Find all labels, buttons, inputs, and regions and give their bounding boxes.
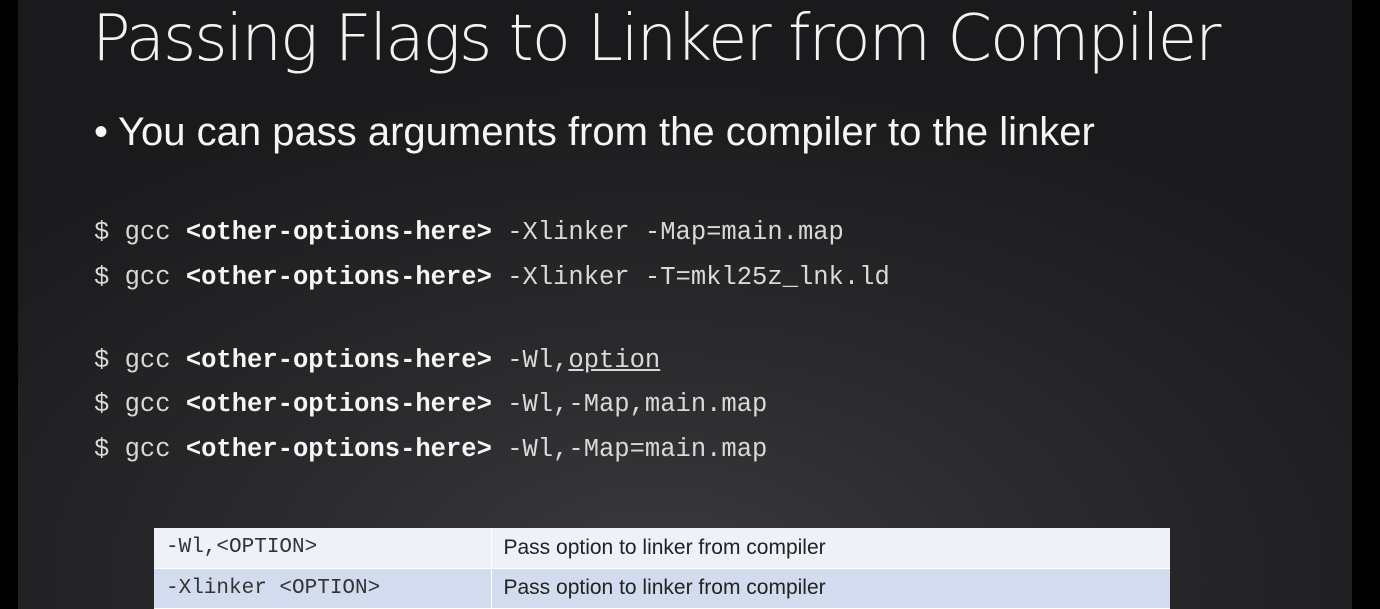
code-options-placeholder: <other-options-here>	[185, 435, 492, 464]
code-line: $ gcc <other-options-here> -Wl,-Map,main…	[94, 390, 767, 419]
table-cell-flag: -Wl,<OPTION>	[154, 528, 492, 569]
table-row: -Xlinker <OPTION> Pass option to linker …	[154, 568, 1170, 609]
code-line: $ gcc <other-options-here> -Wl,-Map=main…	[94, 435, 767, 464]
code-prompt: $ gcc	[94, 218, 186, 247]
code-flag: -Xlinker -Map=main.map	[491, 218, 844, 247]
code-prompt: $ gcc	[94, 390, 186, 419]
slide-title: Passing Flags to Linker from Compiler	[92, 2, 1221, 76]
code-flag: -Wl,	[491, 346, 569, 375]
code-prompt: $ gcc	[94, 435, 186, 464]
code-options-placeholder: <other-options-here>	[185, 346, 492, 375]
code-underlined-option: option	[568, 346, 661, 375]
table-row: -Wl,<OPTION> Pass option to linker from …	[154, 528, 1170, 569]
code-flag: -Wl,-Map,main.map	[491, 390, 768, 419]
code-line: $ gcc <other-options-here> -Wl,option	[94, 346, 660, 375]
code-flag: -Wl,-Map=main.map	[491, 435, 768, 464]
code-options-placeholder: <other-options-here>	[185, 218, 492, 247]
slide: Passing Flags to Linker from Compiler • Y…	[18, 0, 1352, 609]
code-flag: -Xlinker -T=mkl25z_lnk.ld	[491, 263, 890, 292]
table-cell-description: Pass option to linker from compiler	[491, 528, 1170, 569]
code-options-placeholder: <other-options-here>	[185, 390, 492, 419]
bullet-point: • You can pass arguments from the compile…	[94, 110, 1095, 155]
bullet-marker: •	[94, 110, 109, 154]
code-prompt: $ gcc	[94, 346, 186, 375]
code-prompt: $ gcc	[94, 263, 186, 292]
code-options-placeholder: <other-options-here>	[185, 263, 492, 292]
linker-options-table: -Wl,<OPTION> Pass option to linker from …	[154, 528, 1170, 609]
table-cell-description: Pass option to linker from compiler	[491, 568, 1170, 609]
code-line: $ gcc <other-options-here> -Xlinker -T=m…	[94, 263, 890, 292]
video-frame: Passing Flags to Linker from Compiler • Y…	[0, 0, 1380, 609]
table-cell-flag: -Xlinker <OPTION>	[154, 568, 492, 609]
bullet-text: You can pass arguments from the compiler…	[118, 110, 1095, 154]
code-line: $ gcc <other-options-here> -Xlinker -Map…	[94, 218, 844, 247]
